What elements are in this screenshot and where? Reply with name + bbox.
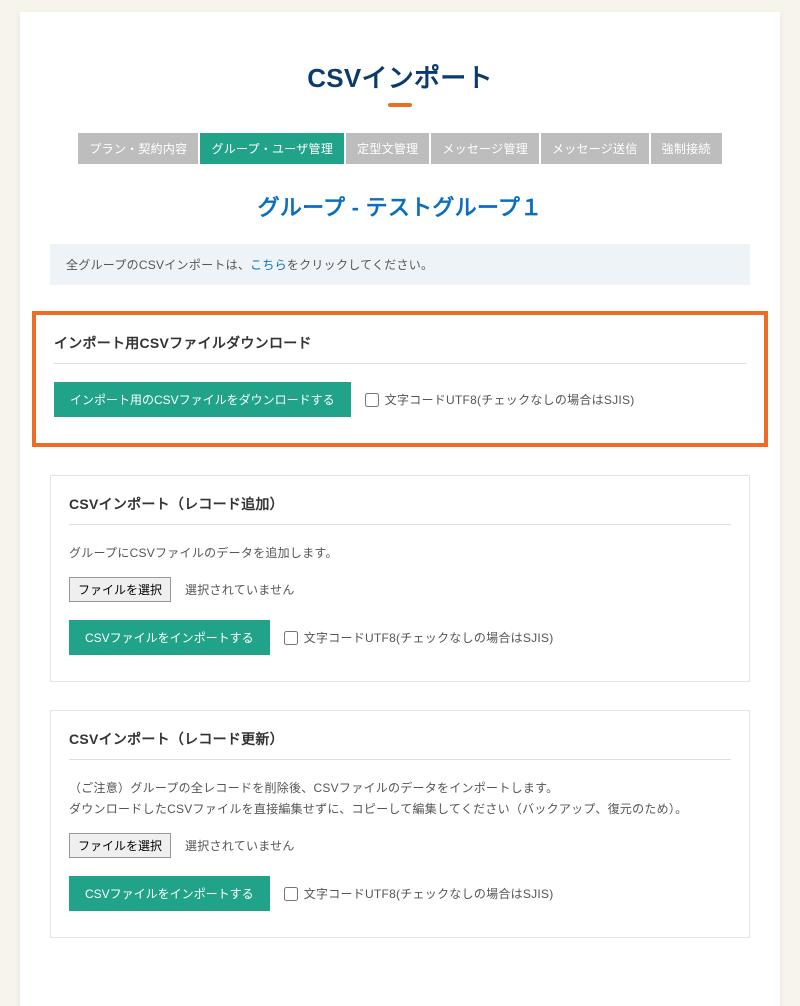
tab-bar: プラン・契約内容 グループ・ユーザ管理 定型文管理 メッセージ管理 メッセージ送… — [50, 133, 750, 164]
import-add-desc: グループにCSVファイルのデータを追加します。 — [69, 543, 731, 563]
import-add-section: CSVインポート（レコード追加） グループにCSVファイルのデータを追加します。… — [50, 475, 750, 682]
download-section: インポート用CSVファイルダウンロード インポート用のCSVファイルをダウンロー… — [36, 315, 764, 443]
import-update-section: CSVインポート（レコード更新） （ご注意）グループの全レコードを削除後、CSV… — [50, 710, 750, 938]
import-add-utf8-checkbox-input[interactable] — [284, 631, 298, 645]
import-update-desc-line1: （ご注意）グループの全レコードを削除後、CSVファイルのデータをインポートします… — [69, 781, 558, 795]
tab-force-connect[interactable]: 強制接続 — [651, 133, 722, 164]
import-add-file-status: 選択されていません — [185, 581, 295, 598]
download-utf8-checkbox-input[interactable] — [365, 393, 379, 407]
import-update-submit-button[interactable]: CSVファイルをインポートする — [69, 876, 270, 911]
import-update-desc-line2: ダウンロードしたCSVファイルを直接編集せずに、コピーして編集してください（バッ… — [69, 802, 687, 816]
notice-suffix: をクリックしてください。 — [287, 258, 433, 272]
tab-templates[interactable]: 定型文管理 — [346, 133, 429, 164]
import-add-utf8-checkbox-label: 文字コードUTF8(チェックなしの場合はSJIS) — [304, 629, 554, 646]
tab-message-admin[interactable]: メッセージ管理 — [431, 133, 539, 164]
import-add-heading: CSVインポート（レコード追加） — [69, 494, 731, 525]
import-update-heading: CSVインポート（レコード更新） — [69, 729, 731, 760]
title-accent — [388, 103, 412, 107]
download-highlight: インポート用CSVファイルダウンロード インポート用のCSVファイルをダウンロー… — [32, 311, 768, 447]
tab-group-user[interactable]: グループ・ユーザ管理 — [200, 133, 344, 164]
import-update-utf8-checkbox-label: 文字コードUTF8(チェックなしの場合はSJIS) — [304, 885, 554, 902]
page-title: CSVインポート — [50, 58, 750, 95]
import-add-submit-button[interactable]: CSVファイルをインポートする — [69, 620, 270, 655]
import-add-file-choose-button[interactable]: ファイルを選択 — [69, 577, 171, 602]
tab-plan[interactable]: プラン・契約内容 — [78, 133, 198, 164]
all-groups-notice: 全グループのCSVインポートは、こちらをクリックしてください。 — [50, 244, 750, 285]
page-card: CSVインポート プラン・契約内容 グループ・ユーザ管理 定型文管理 メッセージ… — [20, 12, 780, 1006]
import-update-utf8-checkbox[interactable]: 文字コードUTF8(チェックなしの場合はSJIS) — [284, 885, 554, 902]
import-add-utf8-checkbox[interactable]: 文字コードUTF8(チェックなしの場合はSJIS) — [284, 629, 554, 646]
import-update-file-choose-button[interactable]: ファイルを選択 — [69, 833, 171, 858]
download-utf8-checkbox[interactable]: 文字コードUTF8(チェックなしの場合はSJIS) — [365, 391, 635, 408]
import-update-utf8-checkbox-input[interactable] — [284, 887, 298, 901]
import-update-desc: （ご注意）グループの全レコードを削除後、CSVファイルのデータをインポートします… — [69, 778, 731, 819]
tab-message-send[interactable]: メッセージ送信 — [541, 133, 649, 164]
download-utf8-checkbox-label: 文字コードUTF8(チェックなしの場合はSJIS) — [385, 391, 635, 408]
group-heading: グループ - テストグループ１ — [50, 190, 750, 222]
import-update-file-status: 選択されていません — [185, 837, 295, 854]
notice-prefix: 全グループのCSVインポートは、 — [66, 258, 250, 272]
download-heading: インポート用CSVファイルダウンロード — [54, 333, 746, 364]
notice-link[interactable]: こちら — [250, 258, 287, 272]
download-csv-button[interactable]: インポート用のCSVファイルをダウンロードする — [54, 382, 351, 417]
